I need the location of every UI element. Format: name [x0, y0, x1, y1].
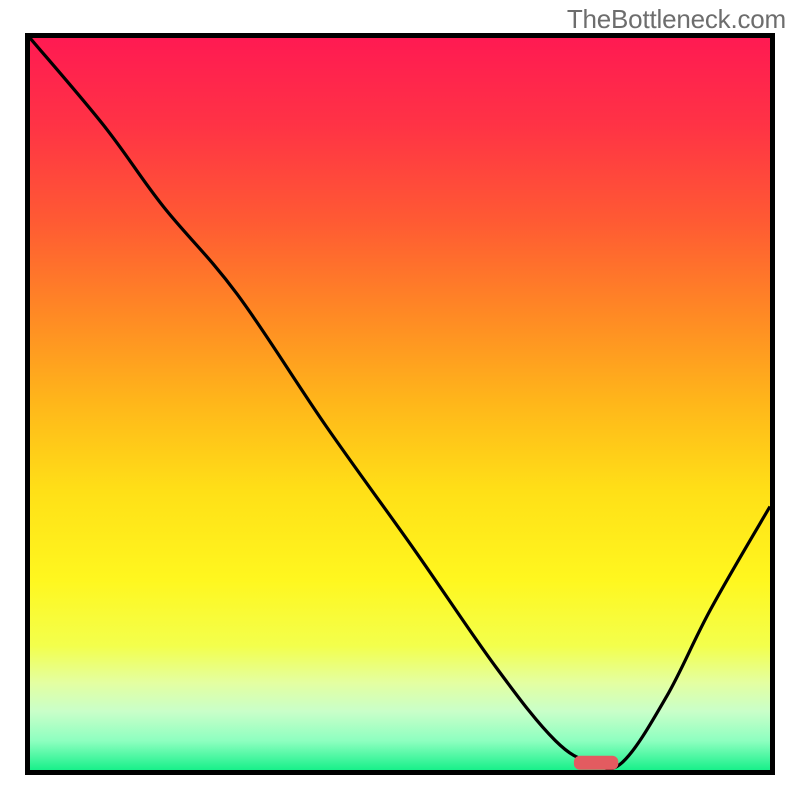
optimal-marker	[574, 756, 618, 770]
bottleneck-curve	[30, 38, 770, 769]
chart-plot	[30, 38, 770, 770]
watermark-text: TheBottleneck.com	[567, 4, 786, 35]
chart-frame	[25, 33, 775, 775]
